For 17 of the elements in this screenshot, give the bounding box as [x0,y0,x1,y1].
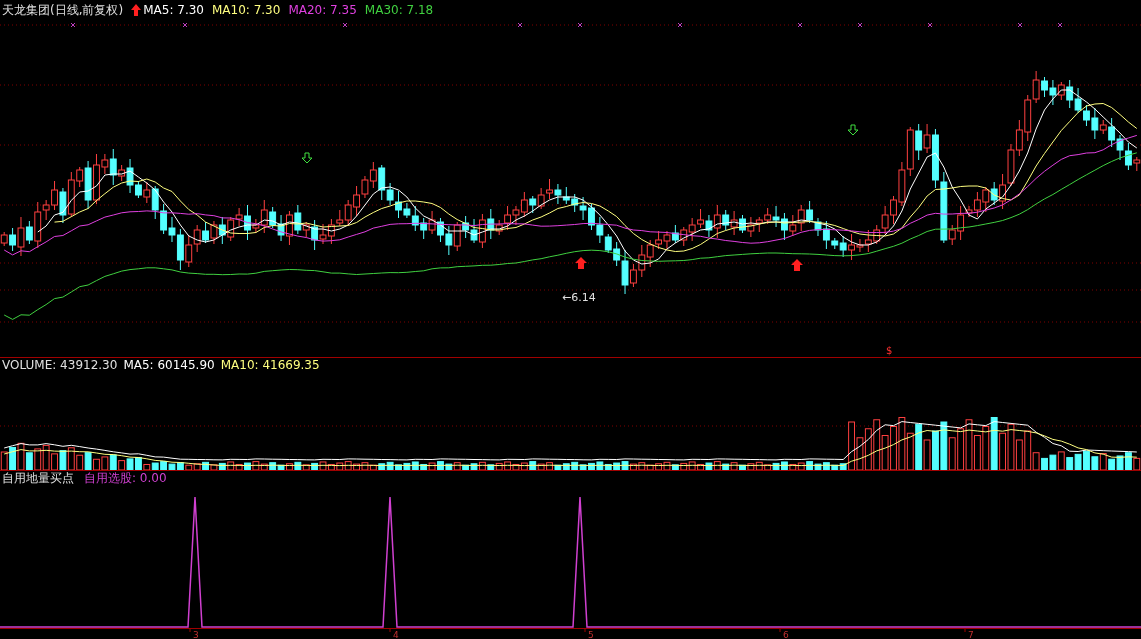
volume-ma-readout: MA5: 60145.90 [123,358,215,372]
axis-label: 4 [393,630,399,639]
volume-ma-readout: MA10: 41669.35 [220,358,320,372]
ma-readout: MA10: 7.30 [211,3,281,17]
ma-readout: MA30: 7.18 [364,3,434,17]
axis-label: 6 [783,630,789,639]
indicator-readout: 自用选股: 0.00 [84,469,167,487]
axis-label: 5 [588,630,594,639]
ma-readout: MA20: 7.35 [288,3,357,17]
low-price-label: ←6.14 [562,291,596,304]
volume-title: VOLUME: 43912.30 [2,358,118,372]
axis-label: 7 [968,630,974,639]
signal-mark: $ [886,345,893,356]
ma-readout: MA5: 7.30 [143,3,204,17]
chart-title: 天龙集团(日线,前复权) [2,1,124,19]
indicator-title: 自用地量买点 [2,469,74,487]
axis-label: 3 [193,630,199,639]
